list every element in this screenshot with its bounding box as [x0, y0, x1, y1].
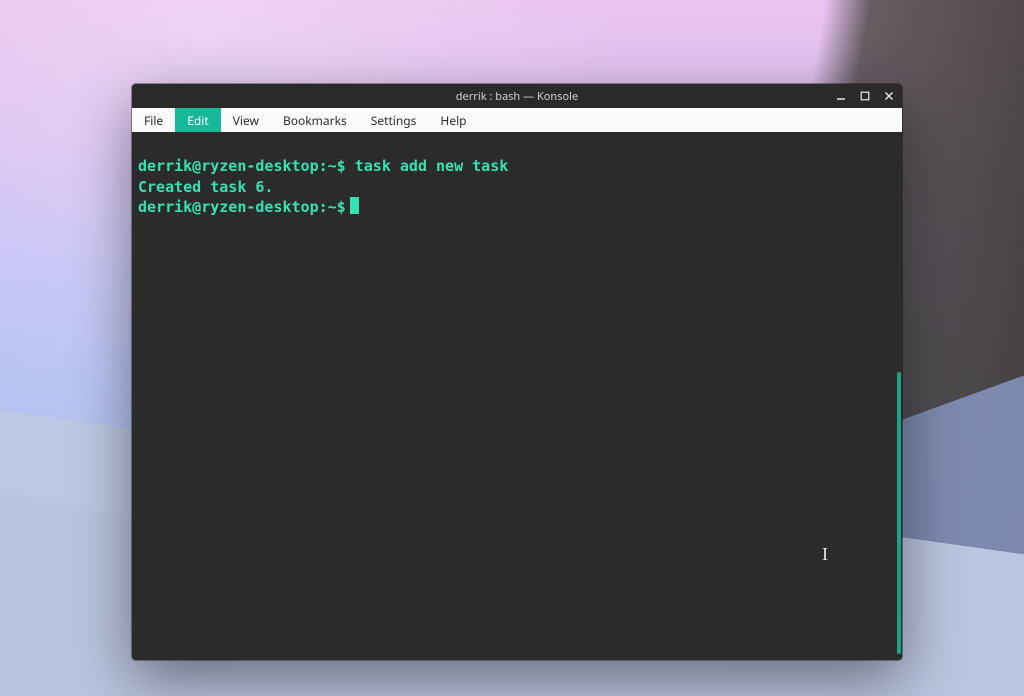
- text-cursor-icon: I: [822, 542, 828, 566]
- terminal-scrollbar[interactable]: [896, 132, 902, 660]
- menu-edit[interactable]: Edit: [175, 108, 220, 132]
- konsole-window: derrik : bash — Konsole File Edit View B…: [132, 84, 902, 660]
- minimize-icon: [836, 91, 846, 101]
- window-title: derrik : bash — Konsole: [132, 89, 902, 104]
- close-button[interactable]: [882, 89, 896, 103]
- minimize-button[interactable]: [834, 89, 848, 103]
- terminal-wrap: derrik@ryzen-desktop:~$ task add new tas…: [132, 132, 902, 660]
- terminal[interactable]: derrik@ryzen-desktop:~$ task add new tas…: [132, 132, 896, 660]
- shell-command: task add new task: [355, 157, 509, 175]
- menu-view[interactable]: View: [221, 108, 271, 132]
- menu-settings[interactable]: Settings: [359, 108, 429, 132]
- close-icon: [884, 91, 894, 101]
- menu-file[interactable]: File: [132, 108, 175, 132]
- shell-prompt: derrik@ryzen-desktop:~$: [138, 198, 346, 216]
- menu-help[interactable]: Help: [428, 108, 478, 132]
- shell-prompt: derrik@ryzen-desktop:~$: [138, 157, 346, 175]
- menu-bookmarks[interactable]: Bookmarks: [271, 108, 359, 132]
- menubar: File Edit View Bookmarks Settings Help: [132, 108, 902, 132]
- terminal-cursor: [350, 197, 359, 214]
- maximize-icon: [860, 91, 870, 101]
- shell-output: Created task 6.: [138, 178, 273, 196]
- scrollbar-thumb[interactable]: [897, 372, 901, 654]
- window-controls: [834, 84, 896, 108]
- maximize-button[interactable]: [858, 89, 872, 103]
- window-titlebar[interactable]: derrik : bash — Konsole: [132, 84, 902, 108]
